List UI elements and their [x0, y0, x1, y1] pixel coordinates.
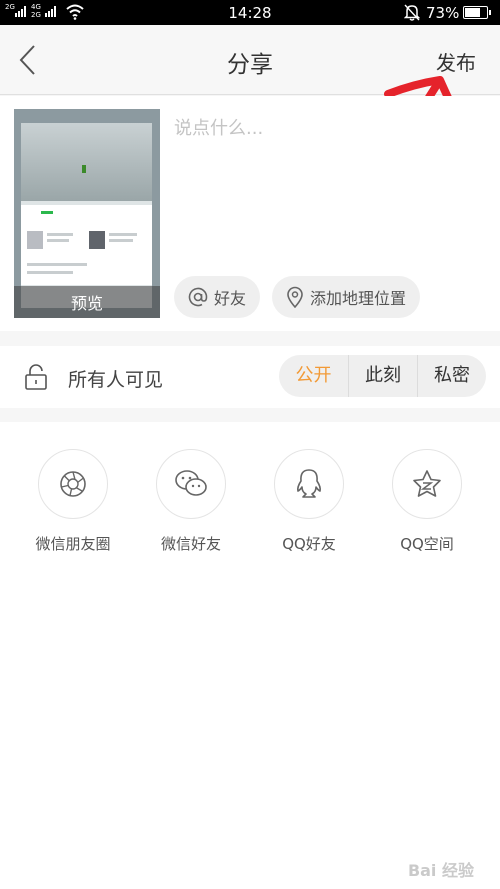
mention-friends-label: 好友	[214, 289, 247, 308]
preview-label: 预览	[70, 294, 103, 313]
visibility-segmented-control: 公开 此刻 私密	[279, 355, 486, 397]
share-qzone-button[interactable]: QQ空间	[372, 449, 482, 554]
mute-bell-icon	[404, 4, 420, 21]
location-pin-icon	[286, 286, 304, 308]
preview-thumbnail[interactable]: 预览	[14, 109, 160, 318]
mention-friends-button[interactable]: 好友	[174, 276, 261, 318]
share-qzone-label: QQ空间	[400, 535, 454, 553]
visibility-option-private[interactable]: 私密	[417, 355, 486, 397]
at-icon	[188, 287, 208, 307]
share-moments-label: 微信朋友圈	[35, 535, 111, 553]
share-qq-button[interactable]: QQ好友	[254, 449, 364, 554]
visibility-option-public[interactable]: 公开	[279, 355, 348, 397]
lock-icon	[25, 364, 47, 390]
status-time: 14:28	[228, 4, 272, 22]
visibility-label: 所有人可见	[68, 369, 164, 391]
caption-input[interactable]: 说点什么...	[174, 114, 263, 140]
add-location-label: 添加地理位置	[310, 289, 407, 308]
compose-panel: 预览 说点什么... 好友 添加地理位置	[0, 96, 500, 331]
battery-percent: 73%	[426, 4, 460, 22]
empty-area: Bai 经验	[0, 567, 500, 889]
visibility-row: 所有人可见 公开 此刻 私密	[0, 346, 500, 408]
add-location-button[interactable]: 添加地理位置	[272, 276, 421, 318]
visibility-option-moment[interactable]: 此刻	[348, 355, 417, 397]
share-moments-button[interactable]: 微信朋友圈	[18, 449, 128, 554]
status-bar: 2G 4G 2G 14:28 73%	[0, 0, 500, 25]
qzone-icon	[413, 470, 441, 497]
share-wechat-button[interactable]: 微信好友	[136, 449, 246, 554]
baidu-watermark: Bai 经验	[407, 861, 474, 880]
battery-icon	[463, 6, 491, 19]
share-wechat-label: 微信好友	[160, 535, 221, 553]
qq-icon	[297, 469, 321, 498]
share-targets: 微信朋友圈 微信好友 QQ好友 QQ空间	[0, 422, 500, 567]
share-qq-label: QQ好友	[282, 535, 336, 553]
wechat-icon	[175, 470, 207, 496]
moments-icon	[60, 471, 86, 497]
